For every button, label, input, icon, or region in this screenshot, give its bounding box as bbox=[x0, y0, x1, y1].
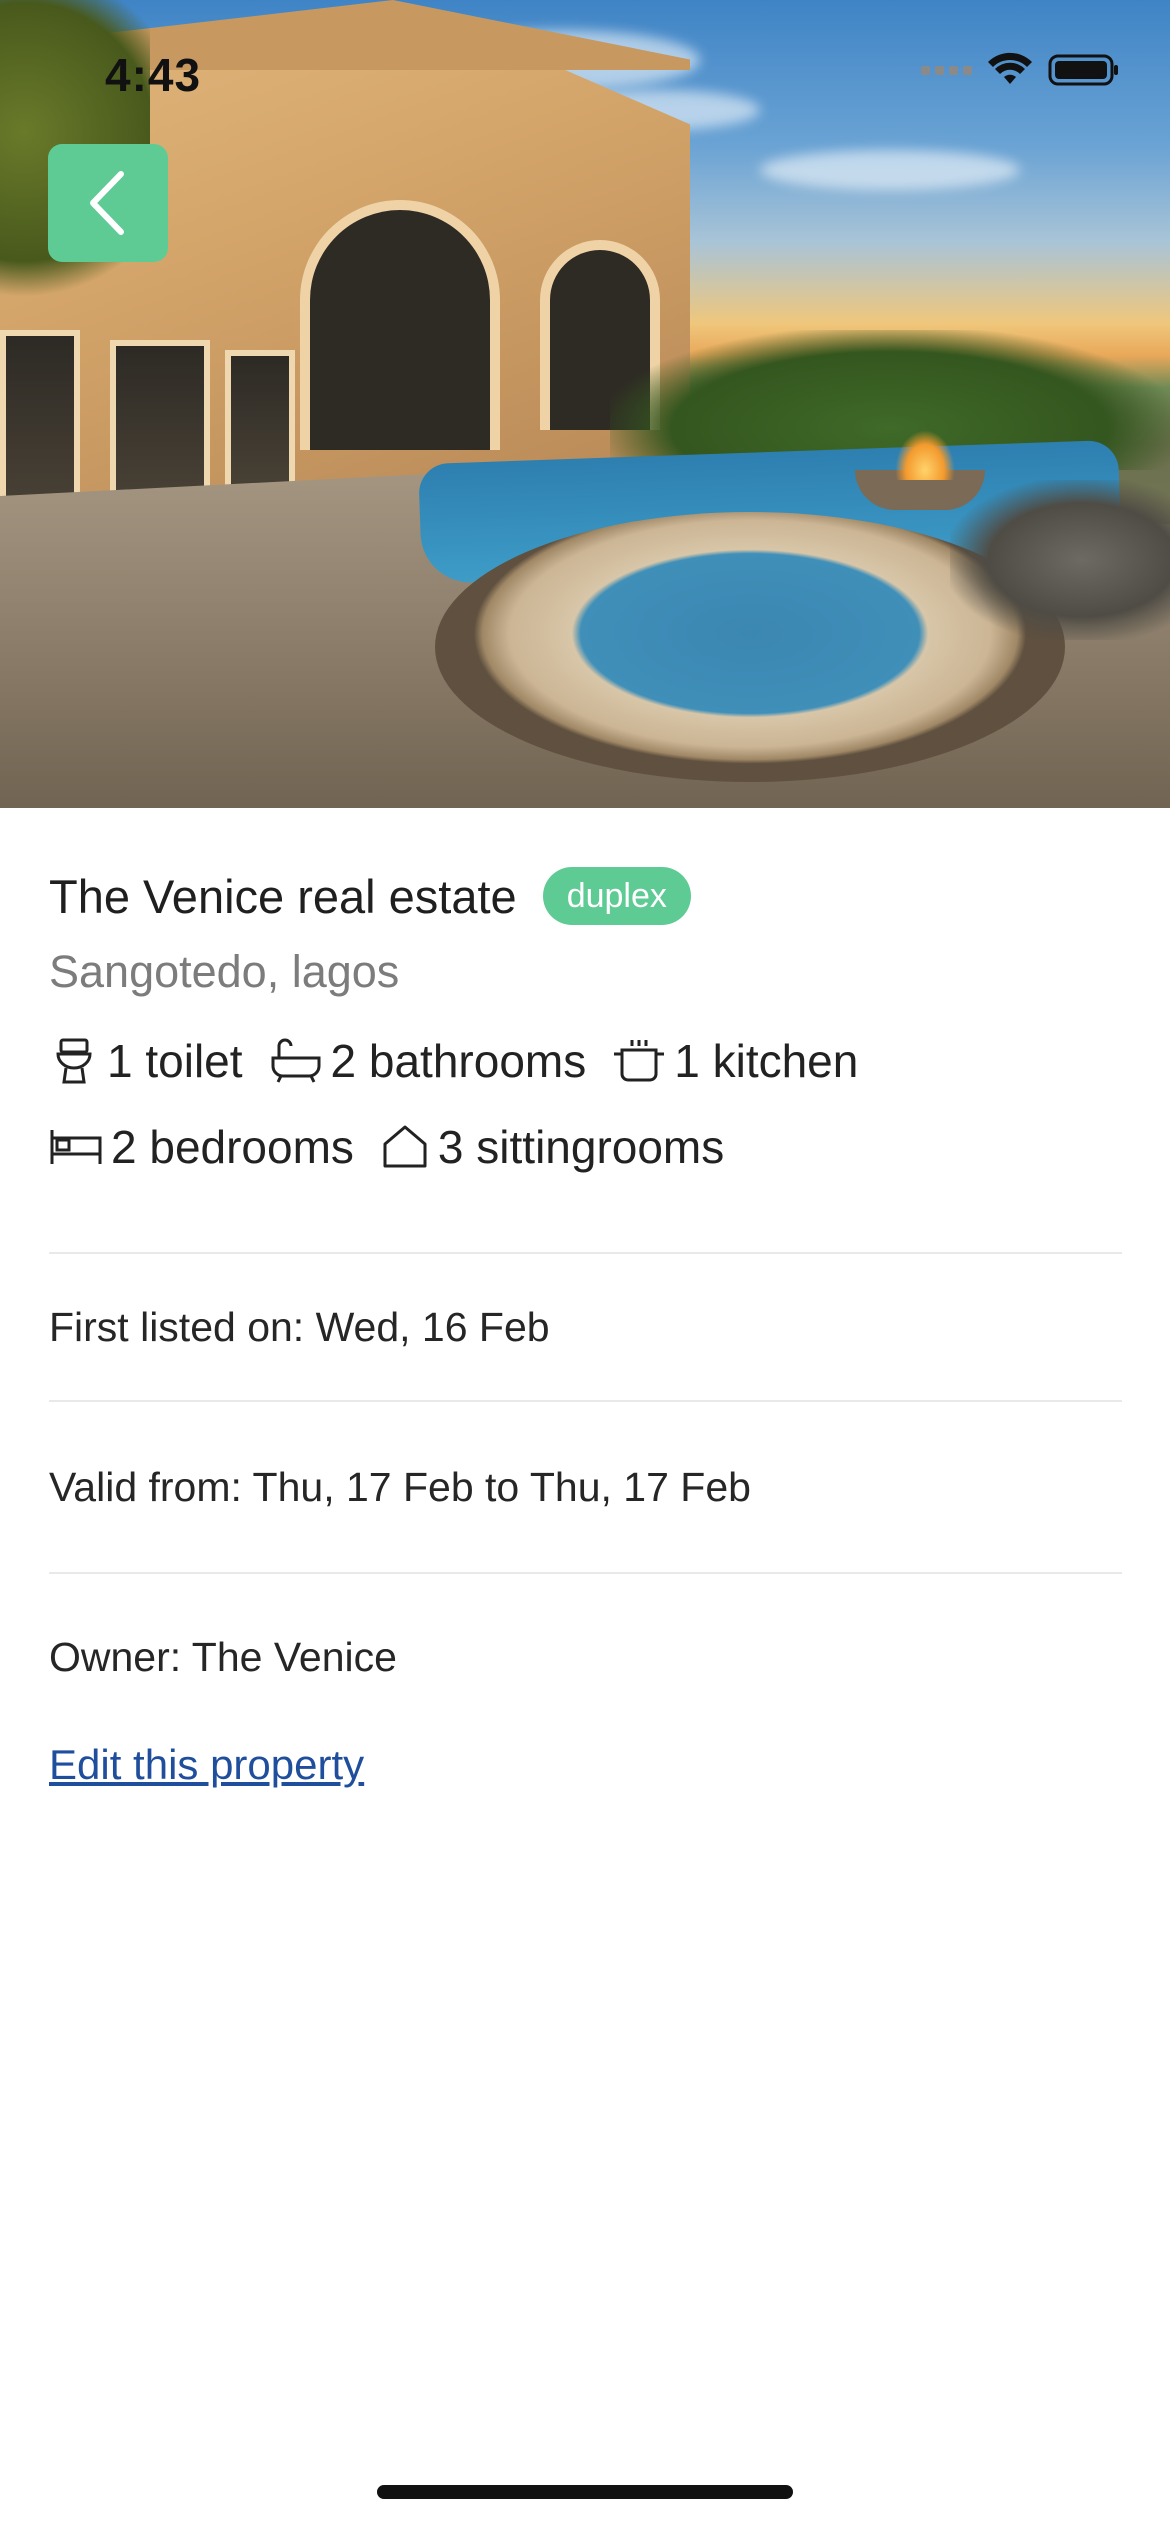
property-location: Sangotedo, lagos bbox=[49, 946, 400, 997]
first-listed-date: First listed on: Wed, 16 Feb bbox=[49, 1303, 550, 1350]
signal-icon bbox=[921, 65, 972, 75]
valid-date-range: Valid from: Thu, 17 Feb to Thu, 17 Feb bbox=[49, 1463, 751, 1510]
feature-sittingrooms: 3 sittingrooms bbox=[380, 1120, 724, 1174]
status-icons bbox=[921, 52, 1120, 88]
feature-label: 1 kitchen bbox=[674, 1035, 859, 1087]
edit-property-link[interactable]: Edit this property bbox=[49, 1741, 364, 1789]
feature-label: 2 bathrooms bbox=[330, 1035, 587, 1087]
back-button[interactable] bbox=[48, 144, 168, 262]
house-icon bbox=[383, 1125, 427, 1168]
feature-label: 1 toilet bbox=[107, 1035, 243, 1087]
home-indicator[interactable] bbox=[377, 2485, 793, 2499]
bed-icon bbox=[50, 1130, 102, 1164]
wifi-icon bbox=[988, 52, 1032, 84]
owner-name: Owner: The Venice bbox=[49, 1633, 397, 1680]
pot-icon bbox=[614, 1040, 665, 1082]
property-details: The Venice real estate duplex Sangotedo,… bbox=[49, 858, 1122, 1790]
bathtub-icon bbox=[271, 1038, 321, 1083]
battery-icon bbox=[1048, 54, 1118, 86]
feature-bathrooms: 2 bathrooms bbox=[269, 1034, 587, 1088]
feature-label: 2 bedrooms bbox=[111, 1121, 354, 1173]
property-hero-image bbox=[0, 0, 1170, 808]
status-time: 4:43 bbox=[105, 49, 202, 101]
feature-bedrooms: 2 bedrooms bbox=[49, 1120, 354, 1174]
features-row-2: 2 bedrooms 3 sittingrooms bbox=[49, 1104, 1122, 1190]
features-row-1: 1 toilet 2 bathrooms 1 kitchen bbox=[49, 1018, 1122, 1104]
chevron-left-icon bbox=[90, 171, 124, 235]
property-title: The Venice real estate bbox=[49, 869, 517, 923]
property-detail-screen: 4:43 The Venice real estate duplex Sango… bbox=[0, 0, 1170, 2532]
title-row: The Venice real estate duplex bbox=[49, 858, 1122, 934]
toilet-icon bbox=[56, 1038, 92, 1084]
feature-label: 3 sittingrooms bbox=[437, 1121, 725, 1173]
feature-toilet: 1 toilet bbox=[49, 1034, 243, 1088]
feature-kitchen: 1 kitchen bbox=[612, 1034, 858, 1088]
property-type-badge: duplex bbox=[542, 867, 691, 925]
